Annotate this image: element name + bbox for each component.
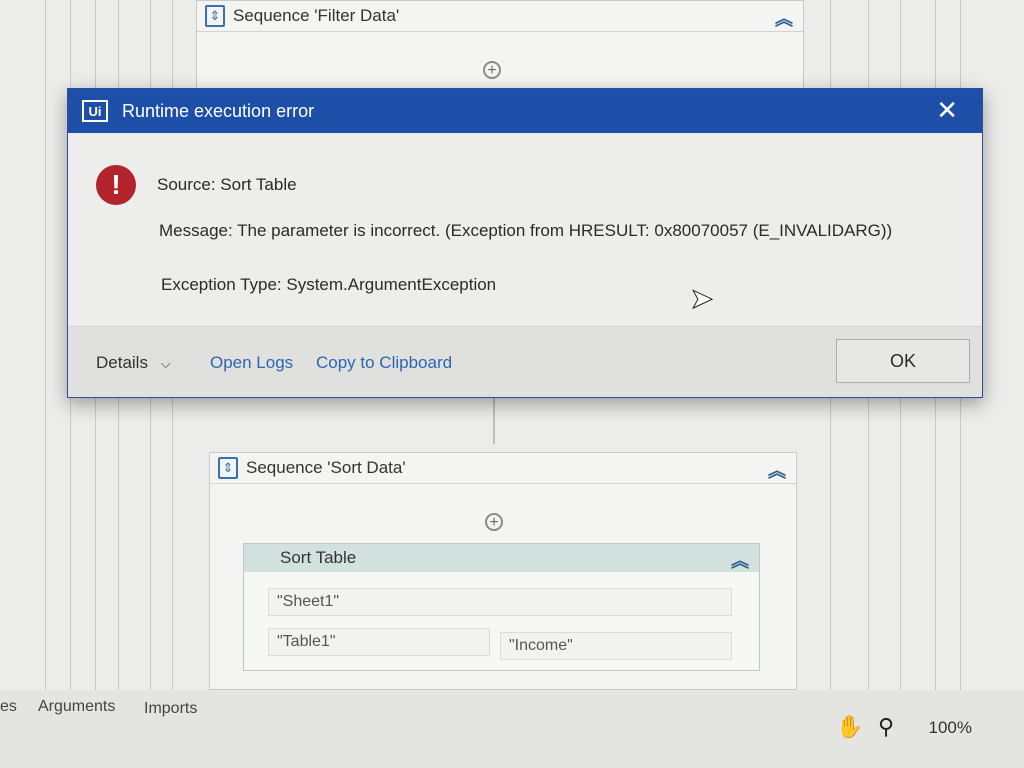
uipath-logo-icon: Ui (82, 100, 108, 122)
sequence-filter-data[interactable]: ⇕ Sequence 'Filter Data' ︽ + (196, 0, 804, 92)
sequence-title: Sequence 'Sort Data' (246, 458, 406, 477)
add-activity-icon[interactable]: + (483, 61, 501, 79)
collapse-icon[interactable]: ︽ (768, 457, 786, 483)
error-message: Message: The parameter is incorrect. (Ex… (159, 221, 893, 240)
exception-type: Exception Type: System.ArgumentException (161, 275, 497, 294)
details-label: Details (96, 353, 148, 372)
tab-imports[interactable]: Imports (144, 700, 197, 718)
tab-variables[interactable]: es (0, 698, 17, 716)
sequence-icon: ⇕ (205, 5, 225, 27)
details-toggle[interactable]: Details ⌵ (96, 353, 171, 373)
designer-bottom-bar: es Arguments Imports ✋ ⚲ 100% (0, 690, 1024, 768)
column-name-field[interactable]: "Income" (500, 632, 732, 660)
lane-line (45, 0, 46, 690)
activity-title: Sort Table (280, 548, 357, 567)
collapse-icon[interactable]: ︽ (775, 5, 793, 31)
error-source: Source: Sort Table (157, 175, 297, 194)
sequence-title: Sequence 'Filter Data' (233, 6, 400, 25)
open-logs-link[interactable]: Open Logs (210, 353, 293, 373)
add-activity-icon[interactable]: + (485, 513, 503, 531)
activity-sort-table[interactable]: Sort Table ︽ "Sheet1" "Table1" "Income" (243, 543, 760, 671)
mouse-cursor-icon: ➤ (689, 283, 714, 315)
table-name-field[interactable]: "Table1" (268, 628, 490, 656)
activity-header[interactable]: Sort Table ︽ (244, 544, 759, 572)
runtime-error-dialog: Ui Runtime execution error ✕ ! Source: S… (67, 88, 983, 398)
close-icon[interactable]: ✕ (936, 95, 958, 126)
ok-button[interactable]: OK (836, 339, 970, 383)
dialog-footer: Details ⌵ Open Logs Copy to Clipboard OK (68, 326, 982, 397)
sequence-header[interactable]: ⇕ Sequence 'Sort Data' ︽ (210, 453, 796, 484)
collapse-icon[interactable]: ︽ (731, 547, 749, 573)
pan-hand-icon[interactable]: ✋ (836, 714, 863, 740)
connector-line (493, 396, 495, 444)
zoom-icon[interactable]: ⚲ (878, 714, 894, 740)
tab-arguments[interactable]: Arguments (38, 698, 115, 716)
copy-to-clipboard-link[interactable]: Copy to Clipboard (316, 353, 452, 373)
zoom-level[interactable]: 100% (929, 718, 972, 738)
error-icon: ! (96, 165, 136, 205)
dialog-titlebar[interactable]: Ui Runtime execution error ✕ (68, 89, 982, 133)
dialog-title: Runtime execution error (122, 100, 315, 121)
sequence-header[interactable]: ⇕ Sequence 'Filter Data' ︽ (197, 1, 803, 32)
sequence-icon: ⇕ (218, 457, 238, 479)
chevron-down-icon: ⌵ (160, 356, 171, 371)
sheet-name-field[interactable]: "Sheet1" (268, 588, 732, 616)
